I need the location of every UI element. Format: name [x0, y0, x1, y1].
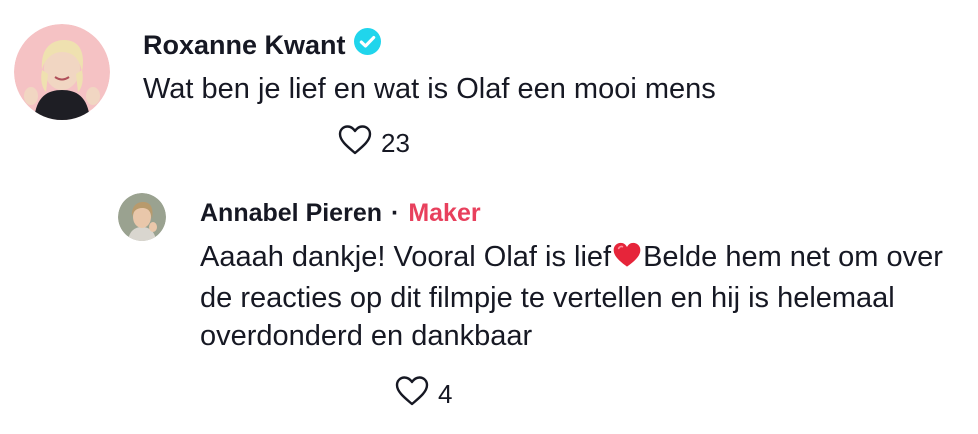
avatar-photo-icon: [118, 193, 166, 241]
avatar-photo-icon: [14, 24, 110, 120]
reply-author[interactable]: Annabel Pieren · Maker: [200, 197, 481, 229]
like-count: 23: [381, 128, 410, 158]
reply-avatar[interactable]: [118, 193, 166, 241]
reply-text: Aaaah dankje! Vooral Olaf is lief Belde h…: [200, 238, 975, 355]
author-name[interactable]: Annabel Pieren: [200, 199, 382, 228]
reply-text-part1: Aaaah dankje! Vooral Olaf is lief: [200, 241, 612, 273]
avatar[interactable]: [14, 24, 110, 120]
separator-dot: ·: [391, 198, 400, 227]
like-count: 4: [438, 379, 453, 409]
red-heart-emoji-icon: [612, 241, 642, 279]
like-button[interactable]: 4: [394, 375, 452, 414]
comment-author[interactable]: Roxanne Kwant: [143, 28, 381, 62]
author-name[interactable]: Roxanne Kwant: [143, 30, 346, 61]
comment-text: Wat ben je lief en wat is Olaf een mooi …: [143, 73, 716, 105]
verified-badge-icon: [353, 28, 381, 62]
like-button[interactable]: 23: [337, 124, 410, 163]
maker-badge: Maker: [408, 198, 481, 227]
heart-outline-icon[interactable]: [337, 124, 373, 163]
heart-outline-icon[interactable]: [394, 375, 430, 414]
